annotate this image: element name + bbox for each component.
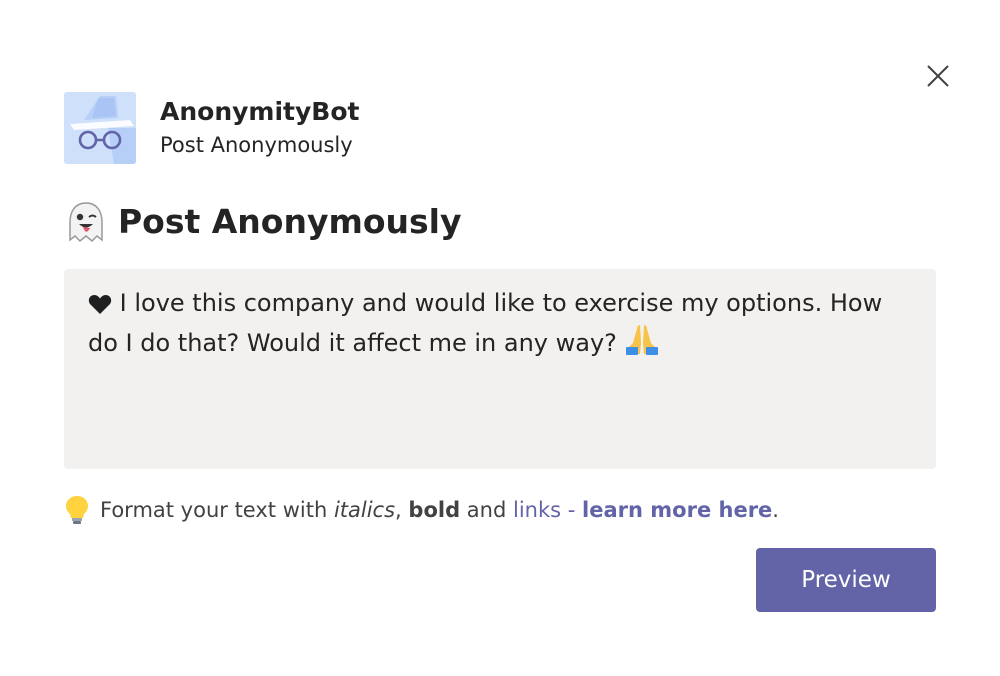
card-title: Post Anonymously <box>64 200 462 244</box>
hint-bold: bold <box>408 498 461 522</box>
app-header: AnonymityBot Post Anonymously <box>64 92 359 164</box>
hint-links: links <box>513 498 562 522</box>
incognito-icon <box>64 92 136 164</box>
hint-comma: , <box>395 498 402 522</box>
lightbulb-icon <box>66 496 88 524</box>
close-icon <box>927 65 949 87</box>
folded-hands-icon <box>625 325 658 355</box>
heart-icon <box>88 294 112 314</box>
hint-period: . <box>772 498 779 522</box>
card-title-text: Post Anonymously <box>118 202 462 241</box>
hint-and: and <box>466 498 507 522</box>
ghost-icon <box>69 202 103 243</box>
app-subtitle: Post Anonymously <box>160 133 353 157</box>
anonymity-bot-logo <box>64 92 136 164</box>
close-button[interactable] <box>920 58 956 94</box>
hint-prefix: Format your text with <box>100 498 328 522</box>
app-name: AnonymityBot <box>160 97 360 126</box>
message-text: I love this company and would like to ex… <box>88 289 883 357</box>
message-input[interactable]: I love this company and would like to ex… <box>64 269 936 469</box>
learn-more-link[interactable]: learn more here <box>582 492 772 528</box>
hint-italics: italics <box>333 498 396 522</box>
hint-dash: - <box>567 498 576 522</box>
preview-button[interactable]: Preview <box>756 548 936 612</box>
format-hint: Format your text with italics, bold and … <box>64 492 779 528</box>
